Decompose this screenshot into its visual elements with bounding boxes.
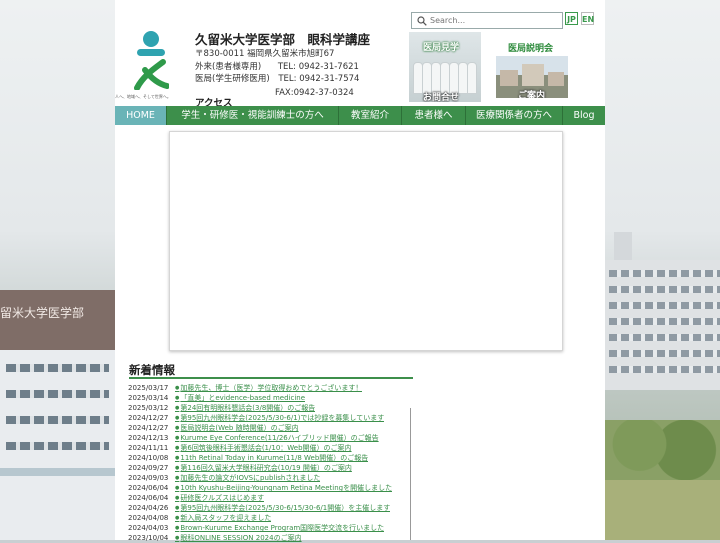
recruit-banner-bottom-text: お問合せ xyxy=(423,93,460,102)
news-link[interactable]: 加藤先生、博士（医学）学位取得おめでとうございます！ xyxy=(175,383,362,393)
briefing-banner-title[interactable]: 医局説明会 xyxy=(508,41,553,54)
news-link[interactable]: Brown-Kurume Exchange Program国際医学交流を行いまし… xyxy=(175,523,384,533)
news-date: 2024/06/04 xyxy=(128,494,169,502)
news-heading: 新着情報 xyxy=(129,363,175,377)
news-date: 2024/10/08 xyxy=(128,454,169,462)
outpatient-contact: 外来(患者様専用) TEL: 0942-31-7621 xyxy=(195,60,359,72)
news-date: 2024/12/13 xyxy=(128,434,169,442)
news-date: 2025/03/12 xyxy=(128,404,169,412)
news-item: 2024/12/27 第95回九州眼科学会(2025/5/30-6/1)では抄録を… xyxy=(128,413,410,423)
search-box[interactable] xyxy=(411,12,563,29)
search-icon xyxy=(417,16,427,26)
nav-department-intro[interactable]: 教室紹介 xyxy=(339,106,402,125)
news-link[interactable]: 「直美」とevidence-based medicine xyxy=(175,393,305,403)
news-link[interactable]: 加藤先生の論文がIOVSにpublishされました xyxy=(175,473,320,483)
news-item: 2025/03/17 加藤先生、博士（医学）学位取得おめでとうございます！ xyxy=(128,383,410,393)
page-container: 人へ、地域へ、そして世界へ。 久留米大学医学部 眼科学講座 〒830-0011 … xyxy=(115,0,605,543)
main-nav: HOME 学生・研修医・視能訓練士の方へ 教室紹介 患者様へ 医療関係者の方へ … xyxy=(115,106,605,125)
logo-head-shape xyxy=(143,31,159,47)
news-divider-line xyxy=(129,377,413,379)
background-building-right xyxy=(605,260,720,390)
office-tel[interactable]: TEL: 0942-31-7574 xyxy=(278,74,359,84)
news-item: 2024/06/04 10th Kyushu-Beijing-Youngnam R… xyxy=(128,483,410,493)
news-item: 2024/12/27 医局説明会(Web 随時開催）のご案内 xyxy=(128,423,410,433)
news-date: 2024/11/11 xyxy=(128,444,169,452)
news-link[interactable]: 第95回九州眼科学会(2025/5/30-6/15/30-6/1開催）を主催しま… xyxy=(175,503,390,513)
outpatient-label: 外来(患者様専用) xyxy=(195,62,262,72)
news-link[interactable]: Kurume Eye Conference(11/26ハイブリッド開催）のご報告 xyxy=(175,433,378,443)
briefing-banner-caption: ご案内 xyxy=(518,91,546,98)
news-date: 2024/04/03 xyxy=(128,524,169,532)
news-date: 2024/12/27 xyxy=(128,414,169,422)
university-logo[interactable] xyxy=(127,28,175,100)
search-input[interactable] xyxy=(430,14,556,27)
news-link[interactable]: 10th Kyushu-Beijing-Youngnam Retina Meet… xyxy=(175,483,392,493)
logo-arms-shape xyxy=(137,49,165,56)
news-link[interactable]: 第24回有明眼科懇話会(3/8開催）のご報告 xyxy=(175,403,315,413)
news-vertical-divider xyxy=(410,408,411,540)
news-link[interactable]: 11th Retinal Today in Kurume(11/8 Web開催）… xyxy=(175,453,368,463)
news-item: 2025/03/12 第24回有明眼科懇話会(3/8開催）のご報告 xyxy=(128,403,410,413)
news-date: 2025/03/14 xyxy=(128,394,169,402)
news-item: 2024/10/08 11th Retinal Today in Kurume(1… xyxy=(128,453,410,463)
office-contact: 医局(学生研修医用) TEL: 0942-31-7574 xyxy=(195,72,359,84)
news-item: 2023/10/04 眼科ONLINE SESSION 2024のご案内 xyxy=(128,533,410,543)
news-date: 2025/03/17 xyxy=(128,384,169,392)
nav-home[interactable]: HOME xyxy=(115,106,167,125)
nav-students-residents[interactable]: 学生・研修医・視能訓練士の方へ xyxy=(167,106,339,125)
logo-tagline: 人へ、地域へ、そして世界へ。 xyxy=(115,94,171,99)
news-item: 2024/09/27 第116回久留米大学眼科研究会(10/19 開催）のご案内 xyxy=(128,463,410,473)
news-link[interactable]: 眼科ONLINE SESSION 2024のご案内 xyxy=(175,533,301,543)
news-date: 2024/09/27 xyxy=(128,464,169,472)
news-item: 2024/04/26 第95回九州眼科学会(2025/5/30-6/15/30-6… xyxy=(128,503,410,513)
postal-address: 〒830-0011 福岡県久留米市旭町67 xyxy=(195,49,335,59)
nav-medical-professionals[interactable]: 医療関係者の方へ xyxy=(466,106,563,125)
news-date: 2023/10/04 xyxy=(128,534,169,542)
office-label: 医局(学生研修医用) xyxy=(195,74,270,84)
news-item: 2025/03/14 「直美」とevidence-based medicine xyxy=(128,393,410,403)
news-link[interactable]: 新入局スタッフを迎えました xyxy=(175,513,271,523)
news-item: 2024/06/04 研修医クルズスはじめます xyxy=(128,493,410,503)
recruit-banner-top-text: 医局見学 xyxy=(423,43,460,53)
news-item: 2024/09/03 加藤先生の論文がIOVSにpublishされました xyxy=(128,473,410,483)
outpatient-tel[interactable]: TEL: 0942-31-7621 xyxy=(278,62,359,72)
news-link[interactable]: 第6回筑後眼科手術懇話会(1/10：Web開催）のご案内 xyxy=(175,443,351,453)
briefing-banner[interactable]: ご案内 xyxy=(496,56,568,98)
recruit-banner[interactable]: 医局見学 お問合せ xyxy=(409,32,481,102)
news-item: 2024/12/13 Kurume Eye Conference(11/26ハイブ… xyxy=(128,433,410,443)
logo-swirl-icon xyxy=(134,59,169,90)
news-link[interactable]: 医局説明会(Web 随時開催）のご案内 xyxy=(175,423,298,433)
news-item: 2024/04/08 新入局スタッフを迎えました xyxy=(128,513,410,523)
news-date: 2024/04/08 xyxy=(128,514,169,522)
department-title[interactable]: 久留米大学医学部 眼科学講座 xyxy=(195,29,370,48)
news-date: 2024/09/03 xyxy=(128,474,169,482)
fax-number: FAX:0942-37-0324 xyxy=(275,88,354,98)
news-item: 2024/11/11 第6回筑後眼科手術懇話会(1/10：Web開催）のご案内 xyxy=(128,443,410,453)
nav-blog[interactable]: Blog xyxy=(563,106,605,125)
slideshow-panel[interactable] xyxy=(169,131,563,351)
background-building-left: 留米大学医学部 xyxy=(0,290,115,540)
news-list: 2025/03/17 加藤先生、博士（医学）学位取得おめでとうございます！ 202… xyxy=(128,383,410,543)
news-item: 2024/04/03 Brown-Kurume Exchange Program国… xyxy=(128,523,410,533)
language-jp-button[interactable]: JP xyxy=(565,12,578,25)
news-link[interactable]: 研修医クルズスはじめます xyxy=(175,493,264,503)
news-date: 2024/12/27 xyxy=(128,424,169,432)
news-date: 2024/06/04 xyxy=(128,484,169,492)
language-en-button[interactable]: EN xyxy=(581,12,594,25)
news-link[interactable]: 第116回久留米大学眼科研究会(10/19 開催）のご案内 xyxy=(175,463,352,473)
news-date: 2024/04/26 xyxy=(128,504,169,512)
news-link[interactable]: 第95回九州眼科学会(2025/5/30-6/1)では抄録を募集しています xyxy=(175,413,384,423)
nav-patients[interactable]: 患者様へ xyxy=(402,106,466,125)
